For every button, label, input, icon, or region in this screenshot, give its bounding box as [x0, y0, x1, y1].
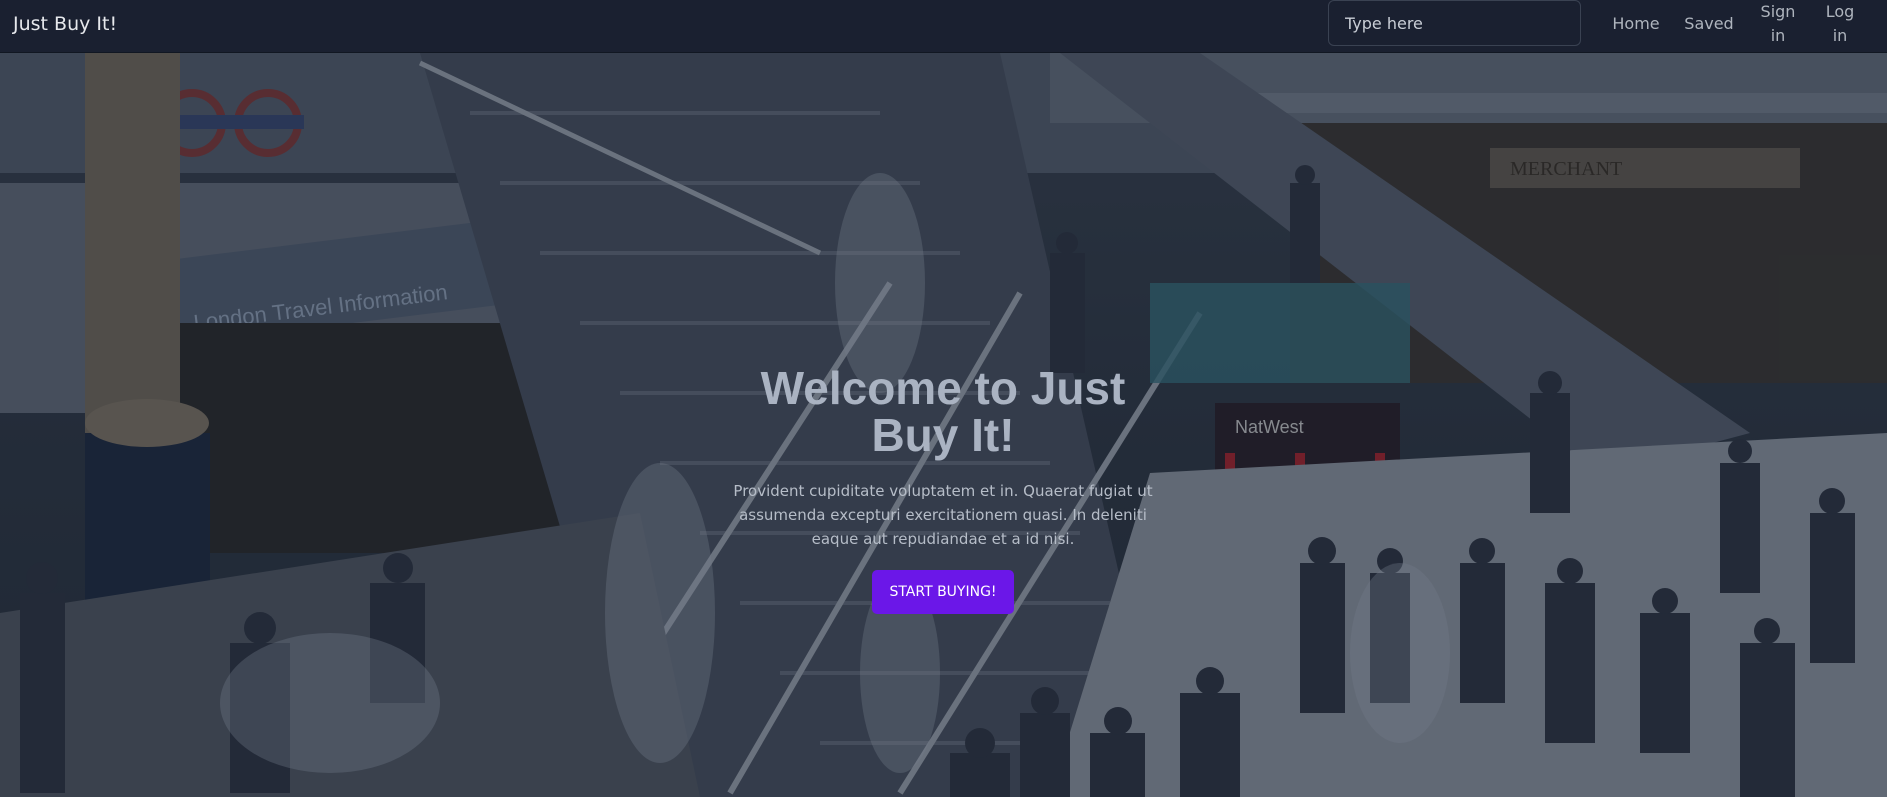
nav-link-home[interactable]: Home: [1606, 12, 1666, 36]
nav-link-log-in[interactable]: Log in: [1819, 0, 1861, 48]
brand-logo[interactable]: Just Buy It!: [13, 13, 117, 35]
hero-section: London Travel Information NatWest MERCHA…: [0, 53, 1887, 797]
top-navbar: Just Buy It! Home Saved Sign in Log in: [0, 0, 1887, 53]
hero-description: Provident cupiditate voluptatem et in. Q…: [733, 482, 1153, 548]
start-buying-button[interactable]: START BUYING!: [872, 570, 1014, 614]
search-input[interactable]: [1328, 0, 1581, 46]
hero-title: Welcome to Just Buy It!: [760, 362, 1126, 461]
nav-link-sign-in[interactable]: Sign in: [1752, 0, 1804, 48]
hero-content: Welcome to Just Buy It! Provident cupidi…: [713, 365, 1173, 614]
nav-link-saved[interactable]: Saved: [1683, 12, 1735, 36]
